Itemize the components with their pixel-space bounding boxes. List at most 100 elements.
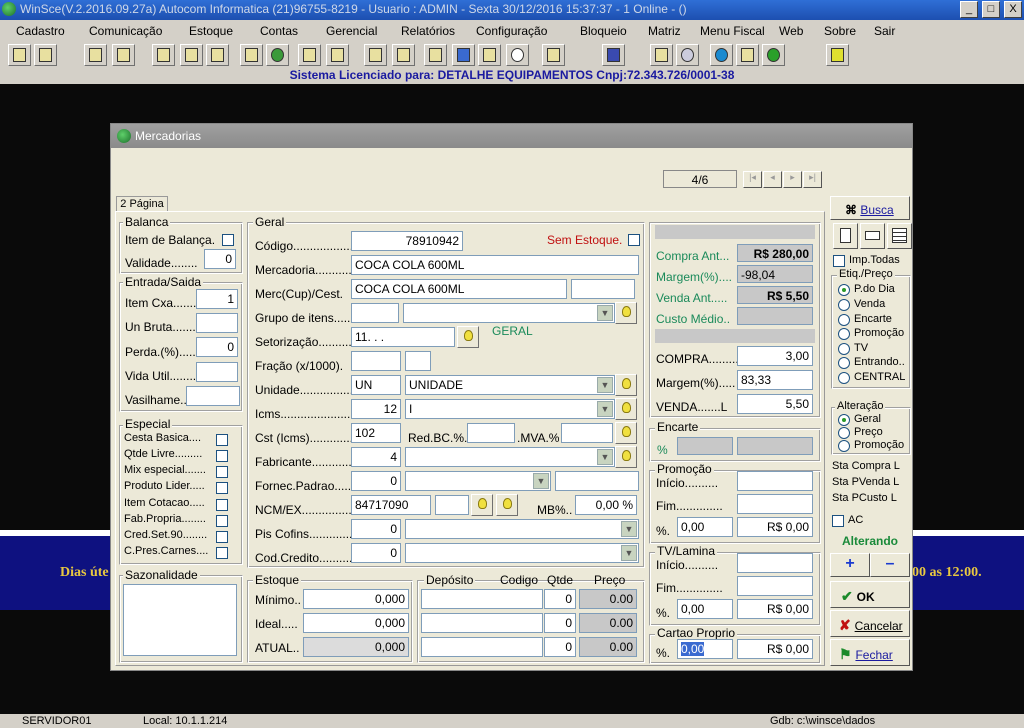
item-balanca-checkbox[interactable] xyxy=(222,234,234,246)
unidade-input[interactable]: UN xyxy=(351,375,401,395)
toolbar-download-icon[interactable] xyxy=(762,44,785,66)
icms-select[interactable]: I ▼ xyxy=(405,399,615,419)
cred-set-90-checkbox[interactable] xyxy=(216,531,228,543)
c-pres-carnes-checkbox[interactable] xyxy=(216,547,228,559)
qtde-livre-checkbox[interactable] xyxy=(216,450,228,462)
fab-propria-checkbox[interactable] xyxy=(216,515,228,527)
toolbar-transfer-icon[interactable] xyxy=(112,44,135,66)
deposito-row-2[interactable] xyxy=(421,613,543,633)
toolbar-lock-icon[interactable] xyxy=(542,44,565,66)
nav-prev-button[interactable]: ◂ xyxy=(763,171,782,188)
toolbar-edit-icon[interactable] xyxy=(34,44,57,66)
close-button[interactable]: X xyxy=(1004,1,1022,18)
grupo-code-input[interactable] xyxy=(351,303,399,323)
etiq-promocao-radio[interactable] xyxy=(838,328,850,340)
fornec-input[interactable]: 0 xyxy=(351,471,401,491)
busca-button[interactable]: ⌘ Busca xyxy=(830,196,910,220)
compra-input[interactable]: 3,00 xyxy=(737,346,813,366)
nav-next-button[interactable]: ▸ xyxy=(783,171,802,188)
tv-fim-input[interactable] xyxy=(737,576,813,596)
deposito-qtde-2[interactable]: 0 xyxy=(544,613,576,633)
promo-pct-input[interactable]: 0,00 xyxy=(677,517,733,537)
etiq-venda-radio[interactable] xyxy=(838,299,850,311)
grupo-select[interactable]: ▼ xyxy=(403,303,615,323)
sazonalidade-box[interactable] xyxy=(123,584,237,656)
item-cxa-input[interactable]: 1 xyxy=(196,289,238,309)
toolbar-calc-icon[interactable] xyxy=(298,44,321,66)
plus-button[interactable]: + xyxy=(830,553,870,577)
unidade-lookup-icon[interactable] xyxy=(615,374,637,396)
grupo-lookup-icon[interactable] xyxy=(615,302,637,324)
fabricante-lookup-icon[interactable] xyxy=(615,446,637,468)
mb-input[interactable]: 0,00 % xyxy=(575,495,637,515)
ac-checkbox[interactable] xyxy=(832,515,844,527)
menu-web[interactable]: Web xyxy=(779,24,803,38)
vasilhame-input[interactable] xyxy=(186,386,240,406)
menu-contas[interactable]: Contas xyxy=(260,24,298,38)
fracao-input-2[interactable] xyxy=(405,351,431,371)
toolbar-cadastro-icon[interactable] xyxy=(8,44,31,66)
tab-2-pagina[interactable]: 2 Página xyxy=(116,196,168,212)
minimize-button[interactable]: _ xyxy=(960,1,978,18)
toolbar-money-icon[interactable] xyxy=(266,44,289,66)
alteracao-preco-radio[interactable] xyxy=(838,427,850,439)
grid-view-button[interactable] xyxy=(887,223,912,249)
menu-sobre[interactable]: Sobre xyxy=(824,24,856,38)
etiq-pdodia-radio[interactable] xyxy=(838,284,850,296)
codigo-input[interactable]: 78910942 xyxy=(351,231,463,251)
sem-estoque-checkbox[interactable] xyxy=(628,234,640,246)
deposito-qtde-1[interactable]: 0 xyxy=(544,589,576,609)
toolbar-exit-icon[interactable] xyxy=(826,44,849,66)
ex-lookup-icon[interactable] xyxy=(496,494,518,516)
etiq-encarte-radio[interactable] xyxy=(838,314,850,326)
etiq-tv-radio[interactable] xyxy=(838,343,850,355)
menu-gerencial[interactable]: Gerencial xyxy=(326,24,377,38)
toolbar-truck-icon[interactable] xyxy=(478,44,501,66)
toolbar-card-icon[interactable] xyxy=(452,44,475,66)
promo-inicio-input[interactable] xyxy=(737,471,813,491)
tv-pct-input[interactable]: 0,00 xyxy=(677,599,733,619)
menu-cadastro[interactable]: Cadastro xyxy=(16,24,65,38)
cst-lookup-icon[interactable] xyxy=(615,422,637,444)
cesta-basica-checkbox[interactable] xyxy=(216,434,228,446)
cancelar-button[interactable]: ✘ Cancelar xyxy=(830,610,910,637)
icms-lookup-icon[interactable] xyxy=(615,398,637,420)
fornec-select[interactable]: ▼ xyxy=(405,471,551,491)
toolbar-disc-icon[interactable] xyxy=(180,44,203,66)
deposito-qtde-3[interactable]: 0 xyxy=(544,637,576,657)
ncm-lookup-icon[interactable] xyxy=(471,494,493,516)
etiq-entrando-radio[interactable] xyxy=(838,357,850,369)
deposito-row-3[interactable] xyxy=(421,637,543,657)
cst-input[interactable]: 102 xyxy=(351,423,401,443)
nav-last-button[interactable]: ▸| xyxy=(803,171,822,188)
toolbar-people-icon[interactable] xyxy=(206,44,229,66)
cest-input[interactable] xyxy=(571,279,635,299)
etiq-central-radio[interactable] xyxy=(838,372,850,384)
menu-sair[interactable]: Sair xyxy=(874,24,895,38)
un-bruta-input[interactable] xyxy=(196,313,238,333)
toolbar-doc-icon[interactable] xyxy=(152,44,175,66)
cartao-value-input[interactable]: R$ 0,00 xyxy=(737,639,813,659)
mva-input[interactable] xyxy=(561,423,613,443)
toolbar-chart-icon[interactable] xyxy=(326,44,349,66)
minimo-input[interactable]: 0,000 xyxy=(303,589,409,609)
toolbar-skype-icon[interactable] xyxy=(710,44,733,66)
nav-first-button[interactable]: |◂ xyxy=(743,171,762,188)
vida-util-input[interactable] xyxy=(196,362,238,382)
ok-button[interactable]: ✔ OK xyxy=(830,581,910,608)
toolbar-bars-icon[interactable] xyxy=(392,44,415,66)
fornec-extra-input[interactable] xyxy=(555,471,639,491)
cartao-pct-input[interactable]: 0,00 xyxy=(677,639,733,659)
toolbar-pc-icon[interactable] xyxy=(650,44,673,66)
validade-input[interactable]: 0 xyxy=(204,249,236,269)
tv-inicio-input[interactable] xyxy=(737,553,813,573)
menu-relatorios[interactable]: Relatórios xyxy=(401,24,455,38)
alteracao-geral-radio[interactable] xyxy=(838,414,850,426)
promo-fim-input[interactable] xyxy=(737,494,813,514)
cod-credito-input[interactable]: 0 xyxy=(351,543,401,563)
imp-todas-checkbox[interactable] xyxy=(833,255,845,267)
perda-input[interactable]: 0 xyxy=(196,337,238,357)
venda-input[interactable]: 5,50 xyxy=(737,394,813,414)
merc-cup-input[interactable]: COCA COLA 600ML xyxy=(351,279,567,299)
ideal-input[interactable]: 0,000 xyxy=(303,613,409,633)
